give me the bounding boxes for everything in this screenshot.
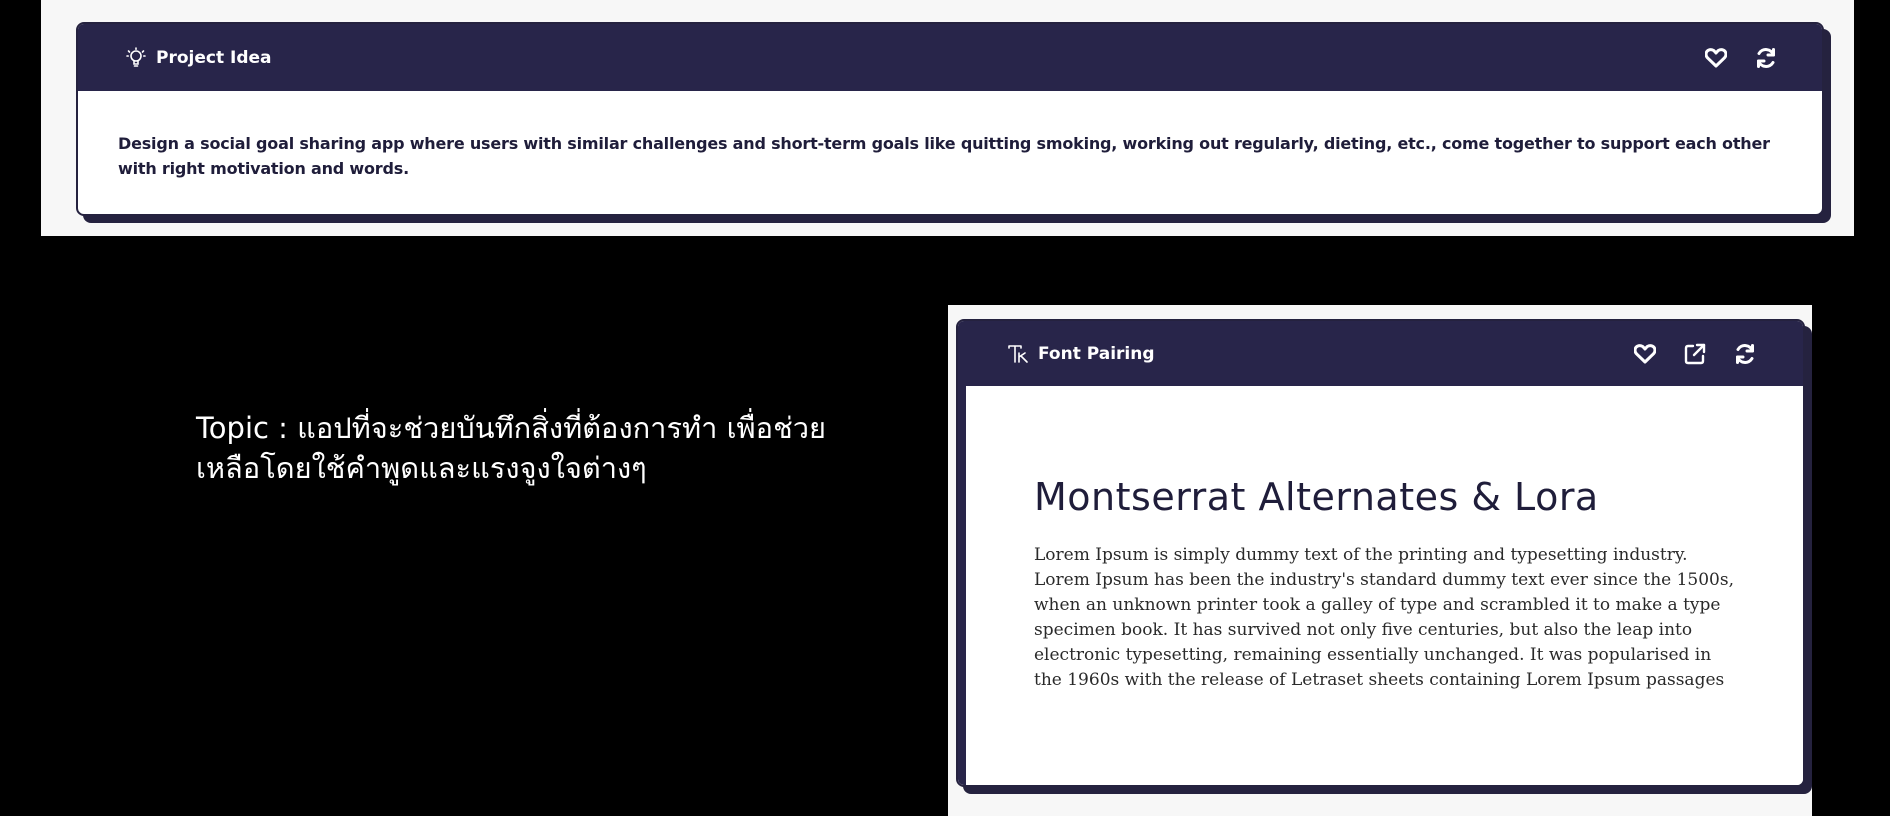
project-idea-title: Project Idea [156,47,272,68]
external-link-icon[interactable] [1683,342,1707,366]
lightbulb-icon [126,46,146,69]
project-idea-header: Project Idea [78,24,1822,91]
project-idea-card: Project Idea Design a social goal sharin… [76,22,1824,216]
font-pairing-title-wrap: Font Pairing [1008,321,1155,386]
topic-text: Topic : แอปที่จะช่วยบันทึกสิ่งที่ต้องการ… [196,411,827,485]
project-idea-title-wrap: Project Idea [126,24,272,91]
heart-icon[interactable] [1633,342,1657,366]
project-idea-actions [1704,24,1778,91]
refresh-icon[interactable] [1754,46,1778,70]
font-pairing-sample-text: Lorem Ipsum is simply dummy text of the … [1034,545,1734,690]
font-pairing-panel: Font Pairing Montserrat Alternates & Lor… [948,305,1812,816]
project-idea-panel: Project Idea Design a social goal sharin… [41,0,1854,236]
font-pairing-card: Font Pairing Montserrat Alternates & Lor… [956,319,1805,787]
font-pairing-title: Font Pairing [1038,343,1155,364]
project-idea-text: Design a social goal sharing app where u… [118,134,1770,178]
font-pairing-actions [1633,321,1757,386]
heart-icon[interactable] [1704,46,1728,70]
refresh-icon[interactable] [1733,342,1757,366]
font-icon [1008,344,1030,364]
font-pairing-heading: Montserrat Alternates & Lora [1034,475,1599,519]
font-pairing-header: Font Pairing [958,321,1803,386]
